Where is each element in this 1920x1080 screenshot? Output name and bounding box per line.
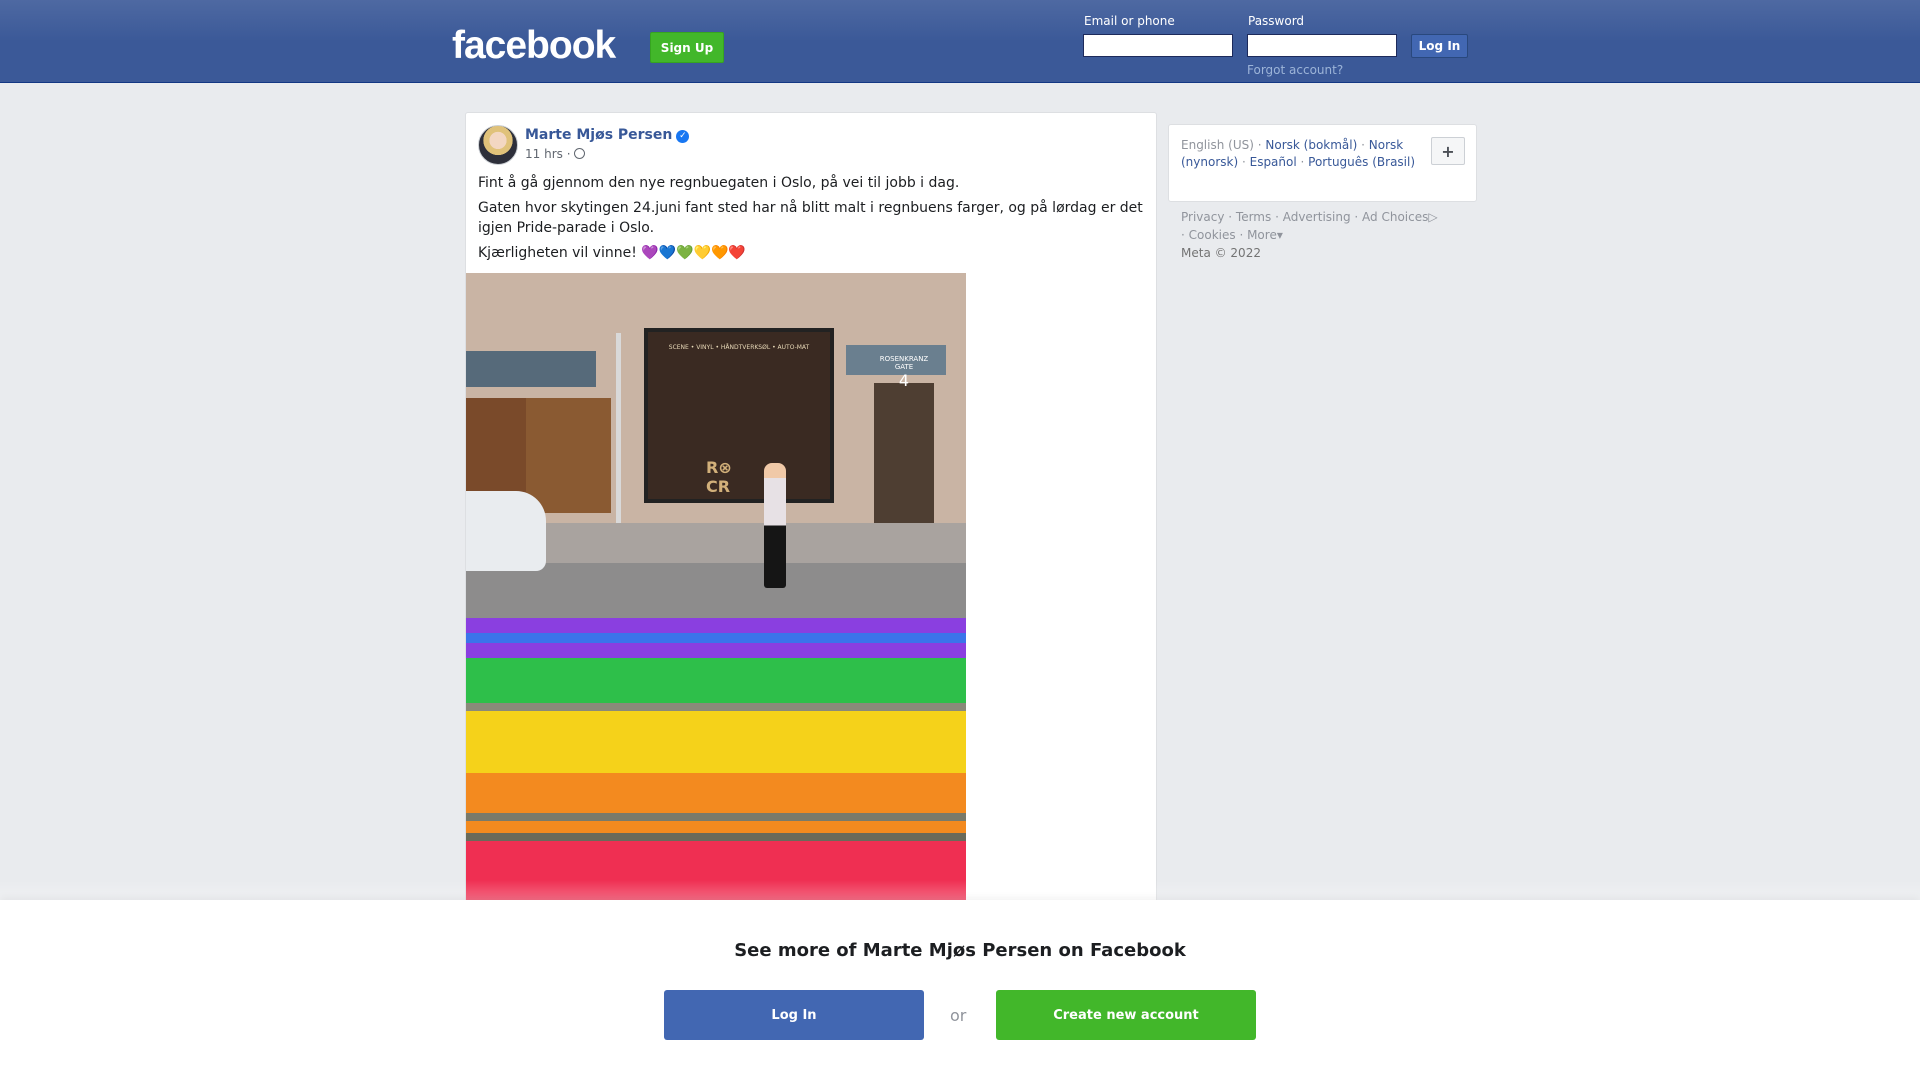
current-language: English (US) (1181, 138, 1254, 152)
banner-title: See more of Marte Mjøs Persen on Faceboo… (734, 940, 1186, 961)
password-field[interactable] (1247, 34, 1397, 57)
language-link[interactable]: Norsk (bokmål) (1265, 138, 1357, 152)
forgot-account-link[interactable]: Forgot account? (1247, 63, 1343, 77)
photo-awning (466, 351, 596, 387)
photo-street-sign: ROSENKRANZ GATE (879, 355, 929, 371)
banner-or-label: or (950, 1006, 967, 1025)
footer-links: Privacy · Terms · Advertising · Ad Choic… (1181, 210, 1438, 260)
photo-door: ROSENKRANZ GATE 4 (874, 355, 934, 523)
language-list: English (US) · Norsk (bokmål) · Norsk (n… (1181, 138, 1416, 169)
globe-icon (574, 148, 586, 159)
top-bar: facebook Sign Up Email or phone Password… (0, 0, 1920, 83)
footer-link-advertising[interactable]: Advertising (1283, 210, 1351, 224)
language-link[interactable]: Português (Brasil) (1308, 155, 1415, 169)
post-text-line: Fint å gå gjennom den nye regnbuegaten i… (478, 175, 960, 191)
ad-choices-icon: ▷ (1428, 210, 1438, 224)
rainbow-stripe-blue (466, 633, 966, 643)
post-text-line: Kjærligheten vil vinne! 💜💙💚💛🧡❤️ (478, 245, 746, 261)
language-selector: English (US) · Norsk (bokmål) · Norsk (n… (1168, 124, 1477, 202)
login-banner: See more of Marte Mjøs Persen on Faceboo… (0, 900, 1920, 1080)
caret-down-icon: ▾ (1276, 228, 1283, 242)
post-author[interactable]: Marte Mjøs Persen ✓ (525, 127, 690, 143)
login-button[interactable]: Log In (1411, 34, 1468, 58)
post-card: Marte Mjøs Persen ✓ 11 hrs · Fint å gå gj… (465, 112, 1157, 1012)
footer-link-ad-choices[interactable]: Ad Choices (1362, 210, 1428, 224)
email-label: Email or phone (1084, 14, 1175, 28)
password-label: Password (1248, 14, 1305, 28)
tram-rail (466, 703, 966, 711)
rainbow-stripe-green (466, 658, 966, 703)
sign-up-button[interactable]: Sign Up (650, 32, 724, 63)
photo-person (764, 463, 786, 588)
post-text-line: Gaten hvor skytingen 24.juni fant sted h… (478, 200, 1143, 236)
copyright: Meta © 2022 (1181, 246, 1261, 260)
tram-rail (466, 813, 966, 821)
banner-login-button[interactable]: Log In (664, 990, 924, 1040)
meta-separator: · (566, 147, 571, 161)
verified-badge-icon: ✓ (676, 130, 690, 143)
footer-link-terms[interactable]: Terms (1236, 210, 1271, 224)
footer-link-privacy[interactable]: Privacy (1181, 210, 1224, 224)
create-account-button[interactable]: Create new account (996, 990, 1256, 1040)
facebook-logo[interactable]: facebook (452, 24, 616, 68)
photo-car (466, 491, 546, 571)
footer-link-more[interactable]: More (1247, 228, 1277, 242)
post-photo[interactable]: SCENE • VINYL • HÅNDTVERKSØL • AUTO-MAT … (466, 273, 966, 943)
rainbow-stripe-yellow (466, 711, 966, 773)
author-name[interactable]: Marte Mjøs Persen (525, 127, 672, 143)
photo-window (526, 398, 611, 513)
post-meta: 11 hrs · (525, 147, 586, 161)
tram-rail (466, 833, 966, 841)
avatar[interactable] (478, 125, 518, 165)
more-languages-button[interactable]: + (1431, 137, 1465, 165)
language-link[interactable]: Español (1250, 155, 1297, 169)
photo-street-number: 4 (898, 371, 910, 390)
footer-link-cookies[interactable]: Cookies (1189, 228, 1236, 242)
email-field[interactable] (1083, 34, 1233, 57)
post-time[interactable]: 11 hrs (525, 147, 563, 161)
photo-shop-logo: R⊗ CR (706, 458, 732, 496)
photo-storefront-text: SCENE • VINYL • HÅNDTVERKSØL • AUTO-MAT (668, 344, 810, 351)
